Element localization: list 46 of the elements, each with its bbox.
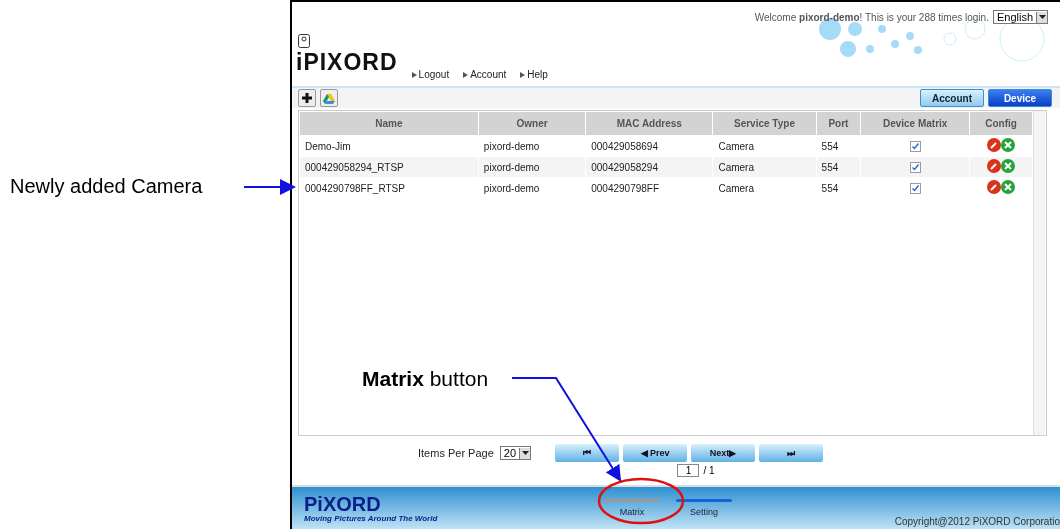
column-header: Port	[816, 111, 861, 136]
footer-logo: PiXORD	[304, 493, 382, 514]
delete-icon[interactable]	[1001, 138, 1016, 152]
caret-icon	[521, 451, 529, 455]
first-page-button[interactable]: ⏮	[555, 444, 620, 462]
items-per-page-label: Items Per Page	[418, 447, 494, 459]
add-icon[interactable]	[298, 89, 316, 107]
footer-tab[interactable]: Matrix	[604, 499, 660, 517]
nav-link[interactable]: Account	[463, 69, 507, 80]
last-page-button[interactable]: ⏭	[759, 444, 824, 462]
table-cell: 000429058294_RTSP	[299, 156, 479, 178]
column-header: MAC Address	[585, 111, 713, 136]
copyright-text: Copyright@2012 PiXORD Corporatio	[894, 516, 1060, 529]
checkbox[interactable]	[909, 182, 921, 194]
column-header: Config	[969, 111, 1033, 136]
caret-icon	[1038, 15, 1046, 19]
welcome-text: Welcome pixord-demo! This is your 288 times login.	[754, 11, 989, 23]
triangle-icon	[411, 71, 417, 78]
next-button[interactable]: Next▶	[691, 444, 756, 462]
app-logo: iPIXORD	[296, 49, 398, 76]
column-header: Owner	[478, 111, 586, 136]
per-page-select[interactable]: 20	[499, 446, 532, 460]
nav-link[interactable]: Logout	[411, 69, 450, 80]
prev-button[interactable]: ◀ Prev	[623, 444, 688, 462]
nav-tab[interactable]: Account	[920, 89, 984, 107]
column-header: Service Type	[712, 111, 817, 136]
annotation-text: Matrix button	[362, 367, 489, 391]
footer-tab[interactable]: Setting	[676, 499, 732, 517]
language-select[interactable]: English	[992, 10, 1048, 24]
delete-icon[interactable]	[1001, 159, 1016, 173]
triangle-icon	[463, 71, 469, 78]
footer-tagline: Moving Pictures Around The World	[304, 513, 439, 523]
nav-tab[interactable]: Device	[988, 89, 1052, 107]
checkbox[interactable]	[909, 140, 921, 152]
scrollbar[interactable]	[1033, 111, 1045, 435]
nav-link[interactable]: Help	[520, 69, 548, 80]
page-total: / 1	[703, 465, 715, 476]
page-input[interactable]: 1	[677, 464, 700, 477]
triangle-icon	[520, 71, 526, 78]
annotation-text: Newly added Camera	[10, 175, 203, 198]
delete-icon[interactable]	[1001, 180, 1016, 194]
checkbox[interactable]	[909, 161, 921, 173]
annotation-arrow	[243, 179, 296, 195]
column-header: Name	[299, 111, 479, 136]
column-header: Device Matrix	[860, 111, 970, 136]
camera-logo-icon	[298, 34, 310, 48]
